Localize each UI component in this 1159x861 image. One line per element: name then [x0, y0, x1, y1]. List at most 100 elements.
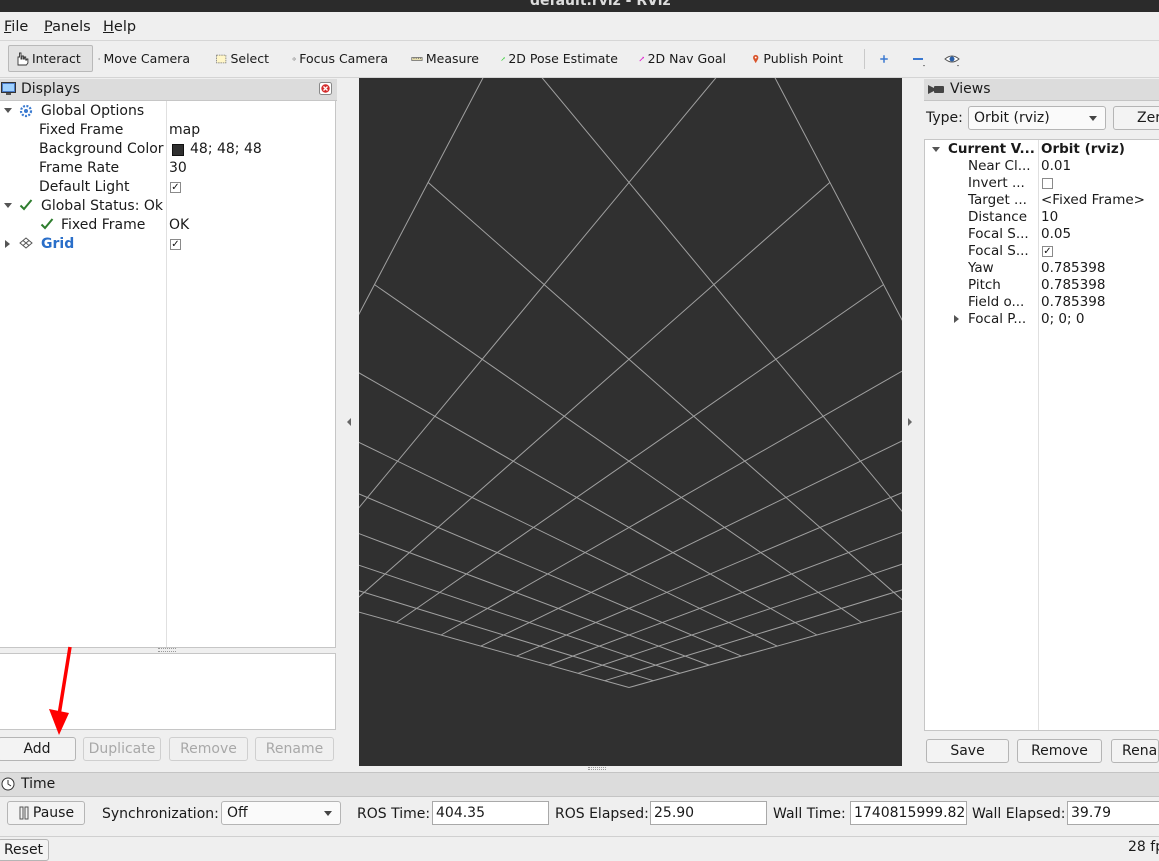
wall-time-label: Wall Time: — [773, 806, 846, 822]
invert-z-checkbox[interactable] — [1042, 178, 1053, 189]
target-frame-value[interactable]: <Fixed Frame> — [1041, 192, 1145, 209]
grid-icon — [19, 237, 33, 249]
select-tool-button[interactable]: Select — [211, 45, 273, 72]
toolbar-separator — [864, 49, 865, 69]
sync-label: Synchronization: — [102, 806, 219, 822]
focal-point-value[interactable]: 0; 0; 0 — [1041, 311, 1084, 328]
sync-dropdown[interactable]: Off — [221, 801, 341, 825]
minus-icon — [913, 57, 925, 66]
grid-line-x — [345, 182, 831, 609]
move-camera-label: Move Camera — [103, 51, 190, 66]
chevron-down-icon — [324, 811, 332, 816]
pose-estimate-label: 2D Pose Estimate — [508, 51, 618, 66]
publish-point-tool-button[interactable]: Publish Point — [747, 45, 847, 72]
remove-tool-button[interactable] — [906, 45, 932, 72]
measure-tool-button[interactable]: Measure — [407, 45, 483, 72]
expand-toggle[interactable] — [5, 240, 10, 248]
rename-display-button[interactable]: Rename — [255, 737, 334, 761]
monitor-icon — [1, 82, 16, 95]
add-tool-button[interactable] — [874, 45, 894, 72]
pause-icon — [19, 806, 29, 820]
grid-line-x — [288, 33, 753, 593]
camera-icon — [928, 85, 944, 94]
add-display-button[interactable]: Add — [0, 737, 76, 761]
fps-readout: 28 fps — [1128, 839, 1159, 855]
column-separator — [1038, 140, 1039, 730]
green-arrow-icon — [501, 56, 505, 61]
crosshair-icon — [292, 56, 296, 61]
fixed-frame-value[interactable]: map — [169, 121, 200, 140]
background-color-swatch — [172, 144, 184, 156]
default-light-label: Default Light — [39, 179, 130, 195]
displays-title: Displays — [21, 81, 80, 97]
grid-enabled-checkbox[interactable]: ✓ — [170, 239, 181, 250]
menu-panels[interactable]: Panels — [44, 19, 91, 35]
magenta-arrow-icon — [639, 56, 644, 61]
menu-help[interactable]: Help — [103, 19, 136, 35]
views-property-tree[interactable]: Current V... Orbit (rviz) Near Cl... 0.0… — [924, 139, 1159, 731]
current-view-value: Orbit (rviz) — [1041, 141, 1125, 157]
invert-z-label: Invert ... — [968, 175, 1025, 191]
grid-line-x — [396, 284, 884, 623]
interact-tool-button[interactable]: Interact — [8, 45, 93, 72]
window-title: default.rviz - RViz — [530, 0, 671, 9]
focal-point-label: Focal P... — [968, 311, 1027, 327]
collapse-left-icon[interactable] — [345, 415, 353, 429]
eye-icon — [944, 55, 960, 66]
expand-toggle[interactable] — [4, 108, 12, 113]
remove-view-button[interactable]: Remove — [1017, 739, 1102, 763]
displays-tree[interactable]: Global Options Fixed Frame map Backgroun… — [0, 100, 336, 648]
save-view-button[interactable]: Save — [926, 739, 1009, 763]
pose-estimate-tool-button[interactable]: 2D Pose Estimate — [497, 45, 622, 72]
duplicate-display-button[interactable]: Duplicate — [83, 737, 161, 761]
grid-line-y — [374, 284, 862, 623]
rename-view-button[interactable]: Rename — [1111, 739, 1159, 763]
panel-splitter-handle[interactable] — [158, 648, 176, 652]
pause-button[interactable]: Pause — [7, 801, 85, 825]
background-color-value[interactable]: 48; 48; 48 — [190, 140, 262, 159]
check-icon — [40, 218, 54, 230]
distance-value[interactable]: 10 — [1041, 209, 1058, 226]
focal-shape-size-label: Focal S... — [968, 226, 1029, 242]
pitch-label: Pitch — [968, 277, 1001, 293]
wall-elapsed-field[interactable]: 39.79 — [1067, 801, 1159, 825]
zero-view-button[interactable]: Zero — [1113, 106, 1159, 130]
global-status-row[interactable]: Global Status: Ok — [41, 197, 163, 216]
tool-properties-button[interactable] — [940, 45, 966, 72]
frame-rate-value[interactable]: 30 — [169, 159, 187, 178]
move-camera-tool-button[interactable]: Move Camera — [94, 45, 194, 72]
distance-label: Distance — [968, 209, 1028, 225]
close-icon[interactable] — [319, 82, 332, 95]
expand-toggle[interactable] — [932, 147, 940, 152]
wall-time-field[interactable]: 1740815999.82 — [850, 801, 967, 825]
select-label: Select — [230, 51, 269, 66]
grid-display-row[interactable]: Grid — [41, 235, 74, 254]
nav-goal-tool-button[interactable]: 2D Nav Goal — [635, 45, 730, 72]
ros-elapsed-field[interactable]: 25.90 — [650, 801, 767, 825]
default-light-checkbox[interactable]: ✓ — [170, 182, 181, 193]
global-options-row[interactable]: Global Options — [41, 102, 144, 121]
focal-shape-size-value[interactable]: 0.05 — [1041, 226, 1071, 243]
render-viewport[interactable] — [222, 0, 1036, 766]
pitch-value[interactable]: 0.785398 — [1041, 277, 1105, 294]
grid-render — [222, 0, 1036, 688]
focus-camera-tool-button[interactable]: Focus Camera — [288, 45, 392, 72]
window-titlebar: default.rviz - RViz — [0, 0, 1159, 12]
expand-toggle[interactable] — [4, 203, 12, 208]
ros-time-field[interactable]: 404.35 — [432, 801, 549, 825]
near-clip-value[interactable]: 0.01 — [1041, 158, 1071, 175]
focal-shape-fixed-checkbox[interactable]: ✓ — [1042, 246, 1053, 257]
yaw-value[interactable]: 0.785398 — [1041, 260, 1105, 277]
field-of-view-value[interactable]: 0.785398 — [1041, 294, 1105, 311]
pause-label: Pause — [32, 805, 75, 821]
gear-icon — [19, 104, 33, 118]
displays-panel-header: Displays — [0, 79, 337, 101]
remove-display-button[interactable]: Remove — [169, 737, 248, 761]
panel-splitter-handle[interactable] — [588, 767, 606, 770]
expand-toggle[interactable] — [954, 315, 959, 323]
reset-button[interactable]: Reset — [0, 839, 49, 861]
collapse-right-icon[interactable] — [906, 415, 914, 429]
views-title: Views — [950, 81, 991, 97]
menu-file[interactable]: File — [4, 19, 28, 35]
view-type-dropdown[interactable]: Orbit (rviz) — [968, 106, 1106, 130]
